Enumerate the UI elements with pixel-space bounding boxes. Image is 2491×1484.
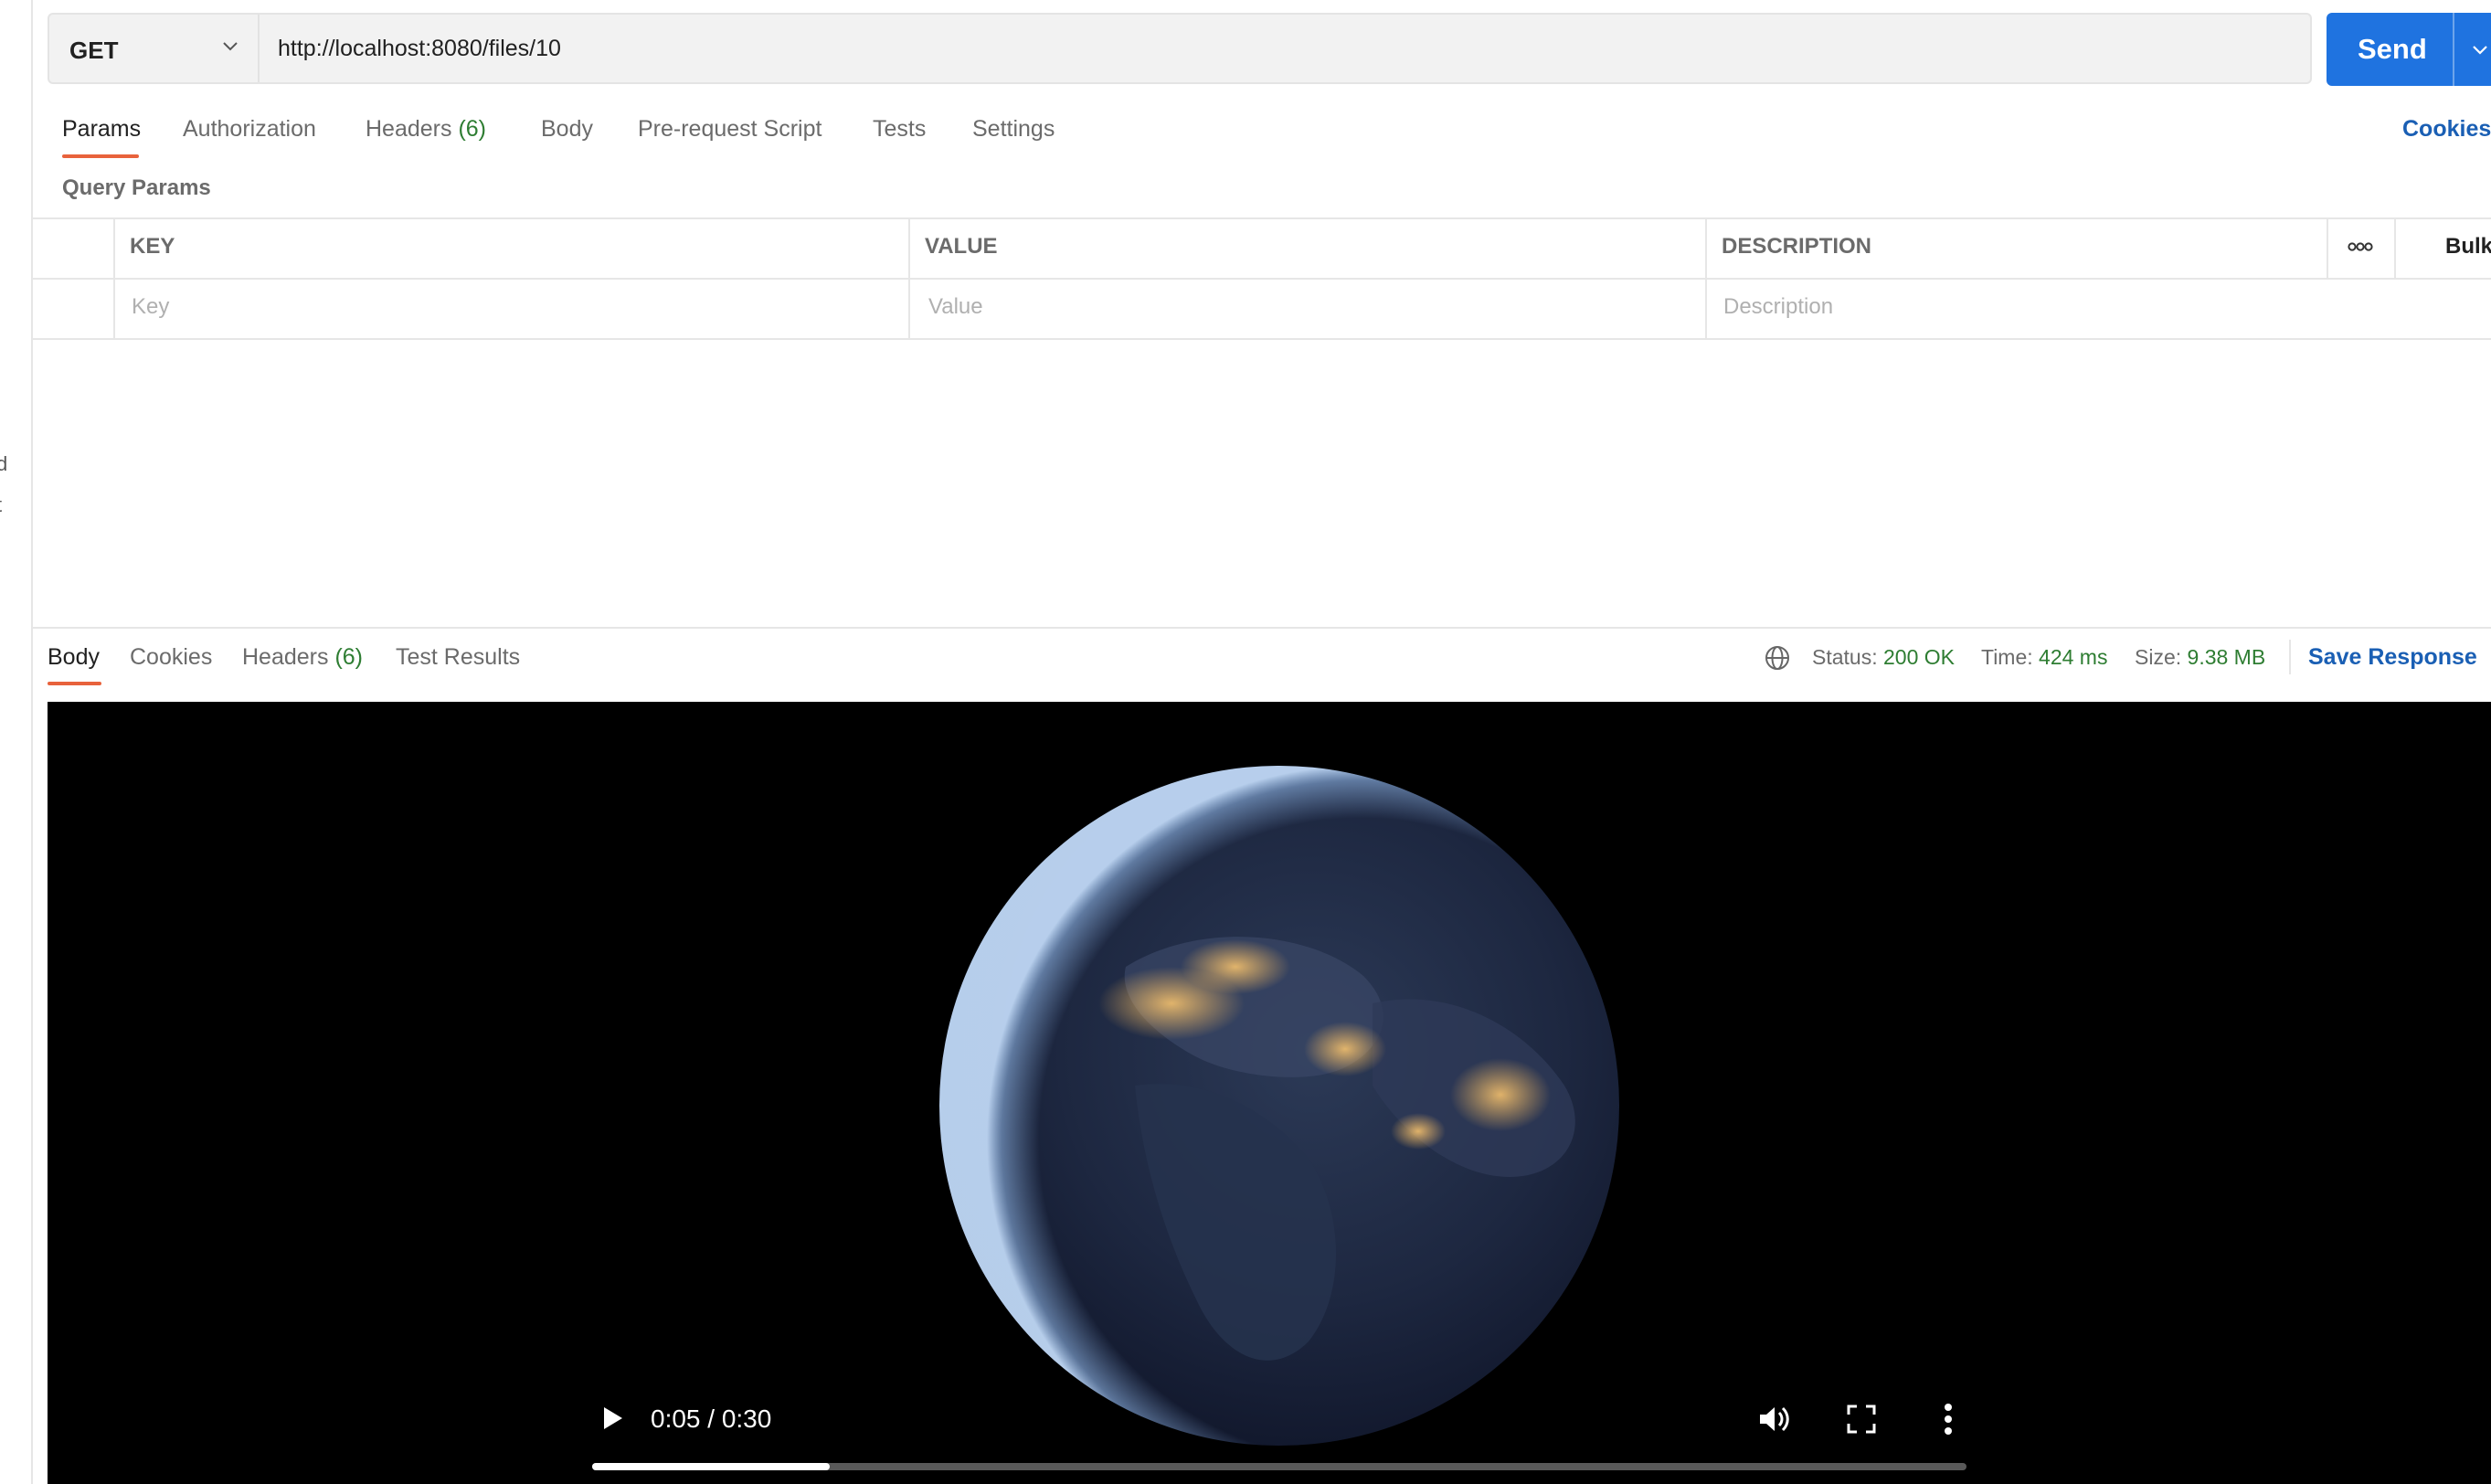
response-tab-cookies[interactable]: Cookies (130, 644, 212, 671)
size-value: 9.38 MB (2187, 645, 2266, 669)
query-params-title: Query Params (62, 175, 211, 200)
table-column-divider (1705, 217, 1707, 338)
method-select[interactable]: GET (49, 15, 260, 82)
status-label: Status: (1812, 645, 1878, 669)
column-header-value: VALUE (925, 234, 998, 259)
response-tab-headers-count: (6) (334, 644, 364, 670)
key-input[interactable]: Key (132, 294, 169, 320)
time-value: 424 ms (2039, 645, 2108, 669)
sidebar-collapsed-edge: d t (0, 0, 33, 1484)
save-response-separator (2289, 640, 2291, 674)
tab-pre-request-script[interactable]: Pre-request Script (638, 116, 822, 143)
fullscreen-icon[interactable] (1844, 1402, 1879, 1436)
table-column-divider (113, 217, 115, 338)
save-response-button[interactable]: Save Response (2308, 644, 2477, 671)
tab-headers[interactable]: Headers (6) (366, 116, 486, 143)
volume-icon[interactable] (1754, 1400, 1793, 1438)
response-tab-body-underline (48, 682, 101, 685)
response-tab-headers-label: Headers (242, 644, 329, 670)
params-table: KEY VALUE DESCRIPTION Bulk Ed Key Value … (31, 217, 2491, 340)
table-column-divider (2327, 217, 2328, 278)
column-header-description: DESCRIPTION (1722, 234, 1872, 259)
video-frame-earth (939, 766, 1619, 1446)
send-divider (2453, 13, 2454, 86)
response-tab-test-results[interactable]: Test Results (396, 644, 520, 671)
globe-icon[interactable] (1764, 644, 1791, 672)
more-vertical-icon[interactable] (1932, 1400, 1965, 1438)
cookies-link[interactable]: Cookies (2402, 116, 2491, 143)
more-horizontal-icon[interactable] (2347, 238, 2374, 256)
url-bar: GET http://localhost:8080/files/10 (48, 13, 2312, 84)
column-header-key: KEY (130, 234, 175, 259)
response-time: Time: 424 ms (1981, 645, 2107, 670)
table-column-divider (908, 217, 910, 338)
tab-params[interactable]: Params (62, 116, 141, 143)
video-player[interactable]: 0:05 / 0:30 (48, 702, 2491, 1484)
tab-tests[interactable]: Tests (873, 116, 926, 143)
table-border (31, 338, 2491, 340)
tab-params-underline (62, 154, 139, 158)
table-column-divider (2394, 217, 2396, 278)
sidebar-text-fragment: t (0, 493, 2, 517)
play-icon[interactable] (593, 1400, 630, 1436)
tab-body[interactable]: Body (541, 116, 593, 143)
table-border (31, 278, 2491, 280)
chevron-down-icon[interactable] (2471, 40, 2489, 58)
size-label: Size: (2135, 645, 2182, 669)
video-progress-bar[interactable] (592, 1463, 1966, 1470)
status-value: 200 OK (1883, 645, 1955, 669)
description-input[interactable]: Description (1723, 294, 1833, 320)
send-label: Send (2358, 33, 2427, 65)
method-value: GET (69, 37, 119, 64)
response-status: Status: 200 OK (1812, 645, 1955, 670)
video-time-display: 0:05 / 0:30 (651, 1404, 772, 1433)
response-tab-headers[interactable]: Headers (6) (242, 644, 363, 671)
sidebar-text-fragment: d (0, 452, 8, 475)
response-divider (31, 627, 2491, 629)
video-progress-fill (592, 1463, 830, 1470)
table-border (31, 217, 2491, 219)
url-input[interactable]: http://localhost:8080/files/10 (278, 36, 561, 62)
send-button[interactable]: Send (2327, 13, 2491, 86)
chevron-down-icon (223, 42, 238, 51)
response-size: Size: 9.38 MB (2135, 645, 2265, 670)
tab-headers-label: Headers (366, 116, 452, 142)
response-tab-body[interactable]: Body (48, 644, 100, 671)
time-label: Time: (1981, 645, 2033, 669)
tab-settings[interactable]: Settings (972, 116, 1055, 143)
tab-authorization[interactable]: Authorization (183, 116, 316, 143)
value-input[interactable]: Value (928, 294, 983, 320)
tab-headers-count: (6) (458, 116, 487, 142)
bulk-edit-button[interactable]: Bulk Ed (2445, 234, 2491, 260)
